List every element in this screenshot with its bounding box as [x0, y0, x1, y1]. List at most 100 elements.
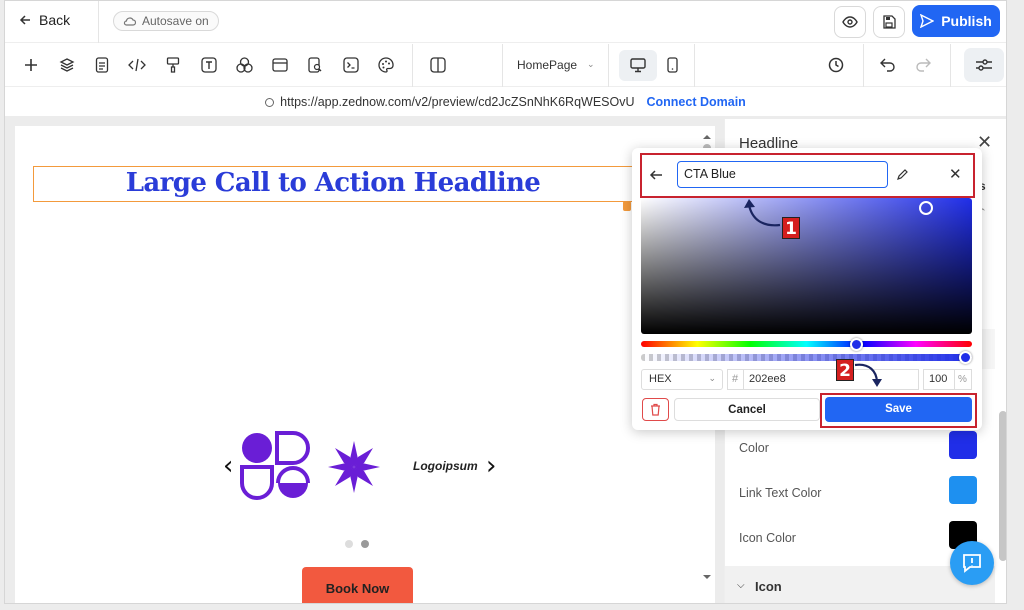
theme-button[interactable] [375, 54, 397, 76]
color-modes-button[interactable] [233, 54, 255, 76]
autosave-label: Autosave on [142, 14, 209, 28]
history-button[interactable] [825, 54, 847, 76]
scroll-down-icon [703, 575, 711, 579]
eye-icon [842, 16, 858, 28]
link-text-color-label: Link Text Color [739, 486, 822, 500]
saturation-area[interactable] [641, 198, 972, 334]
status-circle-icon [265, 97, 275, 107]
logo-shapes-icon [240, 431, 310, 500]
save-button[interactable]: Save [825, 397, 972, 422]
divider [694, 44, 695, 87]
toolbar: HomePage ⌄ [5, 44, 1006, 87]
carousel-next-button[interactable]: › [486, 451, 496, 481]
layers-button[interactable] [56, 54, 78, 76]
page-select[interactable]: HomePage [517, 58, 577, 72]
divider [863, 44, 864, 87]
icon-color-label: Icon Color [739, 531, 796, 545]
hue-slider[interactable] [641, 341, 972, 347]
book-now-button[interactable]: Book Now [302, 567, 413, 603]
panel-scroll-thumb[interactable] [999, 411, 1006, 561]
alpha-input[interactable]: 100 [923, 369, 955, 390]
hue-thumb[interactable] [850, 338, 863, 351]
publish-button[interactable]: Publish [912, 5, 1000, 37]
settings-toggle-button[interactable] [964, 48, 1004, 82]
add-element-button[interactable] [20, 54, 42, 76]
seo-button[interactable] [304, 54, 326, 76]
preview-url[interactable]: https://app.zednow.com/v2/preview/cd2JcZ… [280, 95, 634, 109]
plus-icon [25, 59, 37, 71]
phone-icon [666, 57, 678, 73]
pages-button[interactable] [91, 54, 113, 76]
chevron-down-icon: ⌵ [737, 580, 745, 591]
layers-icon [59, 58, 75, 72]
step-2-badge: 2 [836, 359, 854, 381]
divider [608, 44, 609, 87]
columns-icon [430, 57, 446, 73]
palette-icon [378, 57, 394, 73]
code-icon [128, 58, 146, 72]
cloud-icon [123, 17, 136, 26]
search-document-icon [308, 57, 322, 73]
resize-handle[interactable] [623, 201, 631, 211]
hex-input[interactable]: 202ee8 [743, 369, 919, 390]
preview-url-bar: https://app.zednow.com/v2/preview/cd2JcZ… [5, 88, 1006, 116]
chevron-down-icon: ⌄ [708, 373, 716, 383]
divider [98, 1, 99, 43]
back-button[interactable]: Back [19, 12, 70, 28]
color-label: Color [739, 441, 769, 455]
layout-button[interactable] [269, 54, 291, 76]
save-draft-button[interactable] [873, 6, 905, 38]
chat-support-button[interactable] [950, 541, 994, 585]
logo-carousel: ‹ Logoipsum › [223, 431, 503, 501]
desktop-view-button[interactable] [619, 50, 657, 81]
mobile-view-button[interactable] [661, 54, 683, 76]
circles-icon [235, 57, 253, 73]
floppy-icon [883, 15, 896, 29]
preview-button[interactable] [834, 6, 866, 38]
editor-window: Back Autosave on Publish HomePage ⌄ http… [4, 0, 1007, 604]
typography-button[interactable] [198, 54, 220, 76]
undo-button[interactable] [877, 54, 899, 76]
hex-prefix: # [727, 369, 743, 390]
cancel-button[interactable]: Cancel [674, 398, 820, 421]
scroll-up-icon [703, 135, 711, 139]
divider [502, 44, 503, 87]
undo-icon [880, 58, 895, 72]
terminal-button[interactable] [340, 54, 362, 76]
connect-domain-link[interactable]: Connect Domain [647, 95, 746, 109]
carousel-dot-active[interactable] [361, 540, 369, 548]
color-swatch[interactable] [949, 431, 977, 459]
paint-button[interactable] [162, 54, 184, 76]
alpha-slider[interactable] [641, 354, 972, 361]
paint-roller-icon [166, 57, 180, 73]
divider [412, 44, 413, 87]
format-select[interactable]: HEX ⌄ [641, 369, 723, 390]
icon-section-label: Icon [755, 579, 782, 594]
top-bar: Back Autosave on Publish [5, 1, 1006, 43]
redo-button[interactable] [912, 54, 934, 76]
clock-icon [828, 57, 844, 73]
format-value: HEX [649, 373, 672, 385]
arrow-left-icon [19, 15, 30, 25]
logo-star-icon [328, 441, 380, 493]
carousel-dot[interactable] [345, 540, 353, 548]
monitor-icon [630, 58, 646, 73]
split-view-button[interactable] [427, 54, 449, 76]
redo-icon [916, 58, 931, 72]
chevron-down-icon: ⌄ [587, 59, 595, 69]
carousel-prev-button[interactable]: ‹ [223, 451, 233, 481]
delete-color-button[interactable] [642, 398, 669, 421]
code-button[interactable] [126, 54, 148, 76]
terminal-icon [343, 57, 359, 73]
saturation-thumb[interactable] [919, 201, 933, 215]
link-text-color-swatch[interactable] [949, 476, 977, 504]
alpha-thumb[interactable] [959, 351, 972, 364]
headline-text[interactable]: Large Call to Action Headline [33, 168, 633, 198]
window-icon [272, 58, 288, 72]
sliders-icon [976, 59, 992, 71]
send-icon [920, 14, 935, 28]
autosave-badge: Autosave on [113, 11, 219, 31]
text-icon [201, 57, 217, 73]
publish-label: Publish [941, 13, 992, 29]
step-1-badge: 1 [782, 217, 800, 239]
